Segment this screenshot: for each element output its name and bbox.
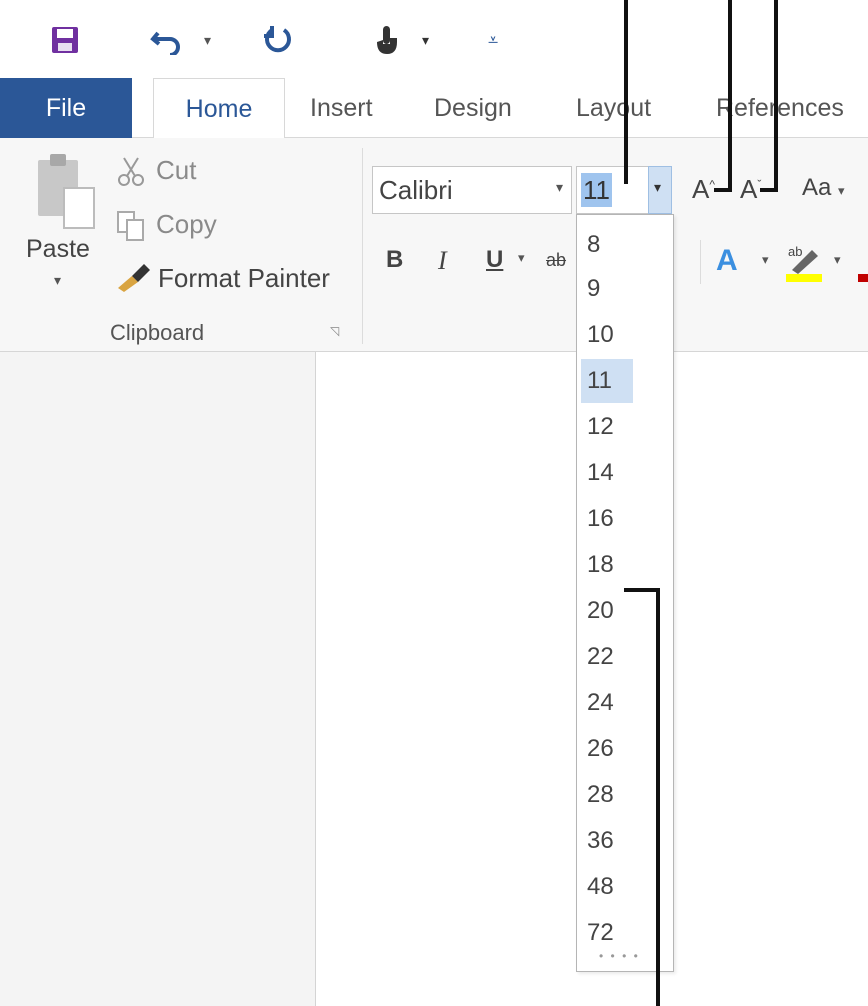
callout-tick-size-list (624, 588, 660, 592)
text-effects-dropdown-icon[interactable]: ▾ (762, 252, 769, 268)
font-name-value: Calibri (379, 175, 453, 205)
redo-icon[interactable] (262, 22, 294, 58)
bold-button[interactable]: B (386, 246, 403, 274)
quick-access-toolbar: ▾ ▾ ⩡ (0, 0, 868, 78)
tab-design[interactable]: Design (434, 78, 512, 138)
callout-line-shrink-font (774, 0, 778, 192)
font-size-value: 11 (581, 173, 612, 207)
tab-insert[interactable]: Insert (310, 78, 373, 138)
undo-icon[interactable] (150, 22, 184, 58)
clipboard-group-label: Clipboard (110, 320, 205, 345)
font-size-option[interactable]: 26 (581, 727, 633, 771)
underline-button[interactable]: U (486, 246, 503, 274)
paste-label[interactable]: Paste (26, 235, 90, 264)
cut-button[interactable]: Cut (156, 155, 196, 186)
paste-icon[interactable] (36, 152, 98, 237)
font-size-option[interactable]: 12 (581, 405, 633, 449)
ribbon-tabs: File Home Insert Design Layout Reference… (0, 78, 868, 139)
highlight-color-icon[interactable]: ab (786, 240, 824, 287)
callout-tick-grow-font (714, 188, 732, 192)
callout-tick-shrink-font (760, 188, 778, 192)
clipboard-launcher-icon[interactable]: ◹ (330, 324, 339, 338)
font-size-option[interactable]: 16 (581, 497, 633, 541)
font-size-option[interactable]: 10 (581, 313, 633, 357)
font-name-box[interactable]: Calibri ▾ (372, 166, 572, 214)
save-icon[interactable] (50, 22, 80, 58)
font-size-option[interactable]: 22 (581, 635, 633, 679)
change-case-label: Aa (802, 174, 832, 201)
grow-font-label: A (692, 174, 710, 204)
font-size-option[interactable]: 14 (581, 451, 633, 495)
tab-file[interactable]: File (0, 78, 132, 138)
callout-line-grow-font (728, 0, 732, 192)
italic-button[interactable]: I (438, 246, 447, 276)
customize-toolbar-icon[interactable]: ⩡ (488, 22, 498, 58)
font-size-option[interactable]: 20 (581, 589, 633, 633)
tab-layout[interactable]: Layout (576, 78, 651, 138)
strikethrough-button[interactable]: ab (546, 250, 566, 271)
group-divider (362, 148, 363, 344)
grow-font-button[interactable]: A^ (692, 174, 715, 205)
font-size-option[interactable]: 36 (581, 819, 633, 863)
font-size-option[interactable]: 9 (581, 267, 633, 311)
font-color-icon[interactable] (858, 274, 868, 282)
format-divider (700, 240, 701, 284)
change-case-dropdown-icon: ▾ (838, 183, 845, 198)
touch-mode-icon[interactable] (372, 22, 402, 58)
change-case-button[interactable]: Aa ▾ (802, 174, 845, 202)
font-name-dropdown-icon[interactable]: ▾ (556, 179, 563, 196)
resize-grip-icon[interactable]: • • • • (599, 949, 640, 963)
font-size-option[interactable]: 24 (581, 681, 633, 725)
undo-dropdown-icon[interactable]: ▾ (204, 22, 211, 58)
highlight-dropdown-icon[interactable]: ▾ (834, 252, 841, 268)
tab-home[interactable]: Home (153, 78, 285, 139)
text-effects-icon[interactable]: A (716, 244, 738, 278)
shrink-font-button[interactable]: Aˇ (740, 174, 761, 205)
format-painter-icon (116, 262, 152, 297)
callout-line-font-size (624, 0, 628, 184)
paste-dropdown-icon[interactable]: ▾ (54, 272, 61, 289)
callout-line-size-list (656, 588, 660, 1006)
chevron-down-icon: ▾ (654, 179, 662, 195)
tab-references[interactable]: References (716, 78, 844, 138)
font-size-option-selected[interactable]: 11 (581, 359, 633, 403)
font-size-option[interactable]: 8 (581, 223, 633, 267)
underline-dropdown-icon[interactable]: ▾ (518, 250, 525, 266)
cut-icon (116, 156, 146, 193)
navigation-pane (0, 352, 316, 1006)
svg-text:ab: ab (788, 244, 802, 259)
font-size-option[interactable]: 18 (581, 543, 633, 587)
copy-button[interactable]: Copy (156, 209, 217, 240)
font-size-option[interactable]: 48 (581, 865, 633, 909)
font-size-option[interactable]: 28 (581, 773, 633, 817)
font-size-dropdown-button[interactable]: ▾ (648, 166, 672, 214)
format-painter-button[interactable]: Format Painter (158, 263, 330, 294)
touch-dropdown-icon[interactable]: ▾ (422, 22, 429, 58)
copy-icon (116, 210, 146, 247)
shrink-font-label: A (740, 174, 758, 204)
